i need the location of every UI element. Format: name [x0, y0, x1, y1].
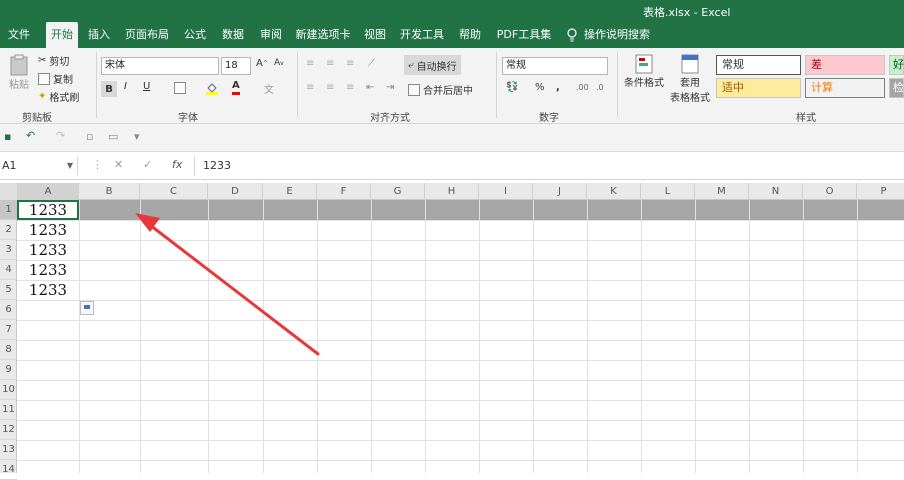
annotation-arrow-icon	[135, 213, 320, 356]
